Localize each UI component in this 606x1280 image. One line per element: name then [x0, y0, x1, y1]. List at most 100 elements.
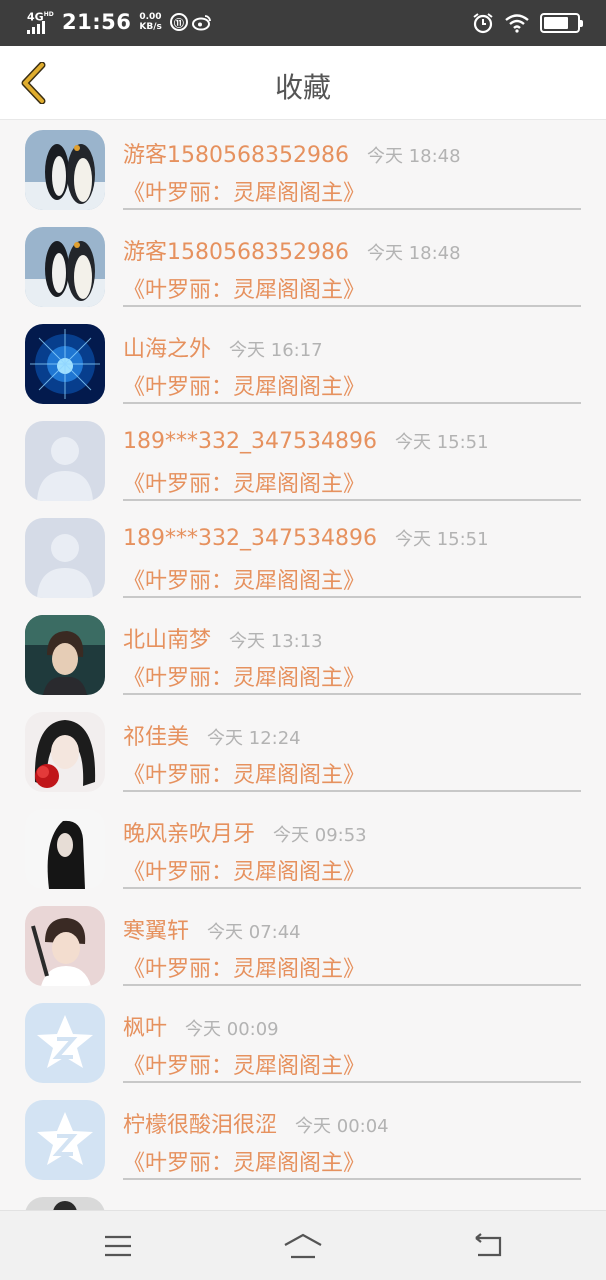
- favorites-list[interactable]: 游客1580568352986 今天 18:48 《叶罗丽：灵犀阁阁主》 游客1580…: [0, 121, 606, 1210]
- book-title[interactable]: 《叶罗丽：灵犀阁阁主》: [123, 660, 365, 692]
- net-speed-value: 0.00: [139, 12, 162, 22]
- list-item[interactable]: 柠檬很酸泪很涩 今天 00:04 《叶罗丽：灵犀阁阁主》: [0, 1091, 606, 1188]
- list-item[interactable]: 游客1580568352986 今天 18:48 《叶罗丽：灵犀阁阁主》: [0, 218, 606, 315]
- battery-icon: [540, 13, 583, 33]
- item-header: 游客1580568352986 今天 18:48: [123, 137, 461, 169]
- item-content: 晚风亲吹月牙 今天 09:53 《叶罗丽：灵犀阁阁主》: [123, 800, 581, 889]
- status-right: [472, 12, 583, 34]
- book-title[interactable]: 《叶罗丽：灵犀阁阁主》: [123, 272, 365, 304]
- list-item[interactable]: [0, 1188, 606, 1210]
- avatar[interactable]: [25, 130, 105, 210]
- item-header: 柠檬很酸泪很涩 今天 00:04: [123, 1107, 389, 1139]
- list-item[interactable]: 山海之外 今天 16:17 《叶罗丽：灵犀阁阁主》: [0, 315, 606, 412]
- avatar[interactable]: [25, 324, 105, 404]
- item-header: 189***332_347534896 今天 15:51: [123, 525, 489, 551]
- user-name[interactable]: 游客1580568352986: [123, 234, 349, 266]
- list-item[interactable]: 189***332_347534896 今天 15:51 《叶罗丽：灵犀阁阁主》: [0, 412, 606, 509]
- book-title[interactable]: 《叶罗丽：灵犀阁阁主》: [123, 466, 365, 498]
- list-item[interactable]: 晚风亲吹月牙 今天 09:53 《叶罗丽：灵犀阁阁主》: [0, 800, 606, 897]
- list-item[interactable]: 枫叶 今天 00:09 《叶罗丽：灵犀阁阁主》: [0, 994, 606, 1091]
- book-title[interactable]: 《叶罗丽：灵犀阁阁主》: [123, 757, 365, 789]
- item-content: 189***332_347534896 今天 15:51 《叶罗丽：灵犀阁阁主》: [123, 509, 581, 598]
- avatar[interactable]: [25, 712, 105, 792]
- item-header: 晚风亲吹月牙 今天 09:53: [123, 816, 367, 848]
- user-name[interactable]: 祁佳美: [123, 719, 189, 751]
- item-time: 今天 00:04: [295, 1116, 389, 1137]
- avatar[interactable]: [25, 809, 105, 889]
- book-title[interactable]: 《叶罗丽：灵犀阁阁主》: [123, 369, 365, 401]
- list-item[interactable]: 北山南梦 今天 13:13 《叶罗丽：灵犀阁阁主》: [0, 606, 606, 703]
- item-time: 今天 15:51: [394, 432, 489, 453]
- book-title[interactable]: 《叶罗丽：灵犀阁阁主》: [123, 1145, 365, 1177]
- book-title[interactable]: 《叶罗丽：灵犀阁阁主》: [123, 1048, 365, 1080]
- book-title[interactable]: 《叶罗丽：灵犀阁阁主》: [123, 563, 365, 595]
- signal-icon: 4GHD: [26, 8, 56, 36]
- avatar[interactable]: [25, 421, 105, 501]
- item-header: 游客1580568352986 今天 18:48: [123, 234, 461, 266]
- item-time: 今天 13:13: [229, 631, 323, 652]
- notification-badge-icon: ⑪: [169, 13, 188, 31]
- net-speed-unit: KB/s: [139, 22, 162, 32]
- user-name[interactable]: 189***332_347534896: [123, 429, 377, 454]
- user-name[interactable]: 游客1580568352986: [123, 137, 349, 169]
- list-item[interactable]: 游客1580568352986 今天 18:48 《叶罗丽：灵犀阁阁主》: [0, 121, 606, 218]
- item-header: 189***332_347534896 今天 15:51: [123, 428, 489, 454]
- avatar[interactable]: [25, 1100, 105, 1180]
- item-time: 今天 07:44: [207, 922, 301, 943]
- battery-level: [544, 17, 568, 29]
- home-button[interactable]: [283, 1229, 323, 1263]
- avatar[interactable]: [25, 615, 105, 695]
- avatar[interactable]: [25, 906, 105, 986]
- avatar[interactable]: [25, 227, 105, 307]
- system-nav-bar: [0, 1210, 606, 1280]
- weibo-icon: [191, 15, 211, 31]
- book-title[interactable]: 《叶罗丽：灵犀阁阁主》: [123, 175, 365, 207]
- wifi-icon: [505, 14, 529, 33]
- user-name[interactable]: 柠檬很酸泪很涩: [123, 1107, 277, 1139]
- back-nav-button[interactable]: [468, 1229, 508, 1263]
- status-bar: 4GHD 21:56 0.00 KB/s ⑪: [0, 0, 606, 46]
- avatar[interactable]: [25, 518, 105, 598]
- item-header: 寒翼轩 今天 07:44: [123, 913, 301, 945]
- qq-star-avatar: [25, 1100, 105, 1180]
- item-time: 今天 12:24: [207, 728, 301, 749]
- user-name[interactable]: 189***332_347534896: [123, 526, 377, 551]
- list-item[interactable]: 寒翼轩 今天 07:44 《叶罗丽：灵犀阁阁主》: [0, 897, 606, 994]
- item-time: 今天 18:48: [366, 146, 461, 167]
- menu-icon: [105, 1235, 131, 1257]
- user-name[interactable]: 北山南梦: [123, 622, 211, 654]
- list-item[interactable]: 189***332_347534896 今天 15:51 《叶罗丽：灵犀阁阁主》: [0, 509, 606, 606]
- user-name[interactable]: 晚风亲吹月牙: [123, 816, 255, 848]
- item-header: 北山南梦 今天 13:13: [123, 622, 323, 654]
- item-content: 祁佳美 今天 12:24 《叶罗丽：灵犀阁阁主》: [123, 703, 581, 792]
- list-item[interactable]: 祁佳美 今天 12:24 《叶罗丽：灵犀阁阁主》: [0, 703, 606, 800]
- partial-avatar: [25, 1197, 105, 1210]
- anime-girl-flower-avatar: [25, 712, 105, 792]
- default-person-avatar: [25, 421, 105, 501]
- alarm-icon: [473, 13, 493, 34]
- item-content: 山海之外 今天 16:17 《叶罗丽：灵犀阁阁主》: [123, 315, 581, 404]
- status-left: 4GHD 21:56 0.00 KB/s ⑪: [26, 8, 212, 36]
- book-title[interactable]: 《叶罗丽：灵犀阁阁主》: [123, 854, 365, 886]
- menu-button[interactable]: [98, 1229, 138, 1263]
- net-speed: 0.00 KB/s: [139, 12, 161, 32]
- anime-boy-pink-avatar: [25, 906, 105, 986]
- item-content: 柠檬很酸泪很涩 今天 00:04 《叶罗丽：灵犀阁阁主》: [123, 1091, 581, 1180]
- home-icon: [284, 1233, 322, 1259]
- avatar[interactable]: [25, 1197, 105, 1210]
- user-name[interactable]: 寒翼轩: [123, 913, 189, 945]
- avatar[interactable]: [25, 1003, 105, 1083]
- user-name[interactable]: 山海之外: [123, 331, 211, 363]
- item-time: 今天 09:53: [273, 825, 367, 846]
- item-content: 游客1580568352986 今天 18:48 《叶罗丽：灵犀阁阁主》: [123, 218, 581, 307]
- qq-star-avatar: [25, 1003, 105, 1083]
- black-hair-girl-avatar: [25, 809, 105, 889]
- item-time: 今天 16:17: [229, 340, 323, 361]
- item-content: [123, 1188, 581, 1210]
- item-content: 游客1580568352986 今天 18:48 《叶罗丽：灵犀阁阁主》: [123, 121, 581, 210]
- book-title[interactable]: 《叶罗丽：灵犀阁阁主》: [123, 951, 365, 983]
- app-header: 收藏: [0, 46, 606, 120]
- blue-sparkle-avatar: [25, 324, 105, 404]
- user-name[interactable]: 枫叶: [123, 1010, 167, 1042]
- network-sup: HD: [43, 11, 54, 18]
